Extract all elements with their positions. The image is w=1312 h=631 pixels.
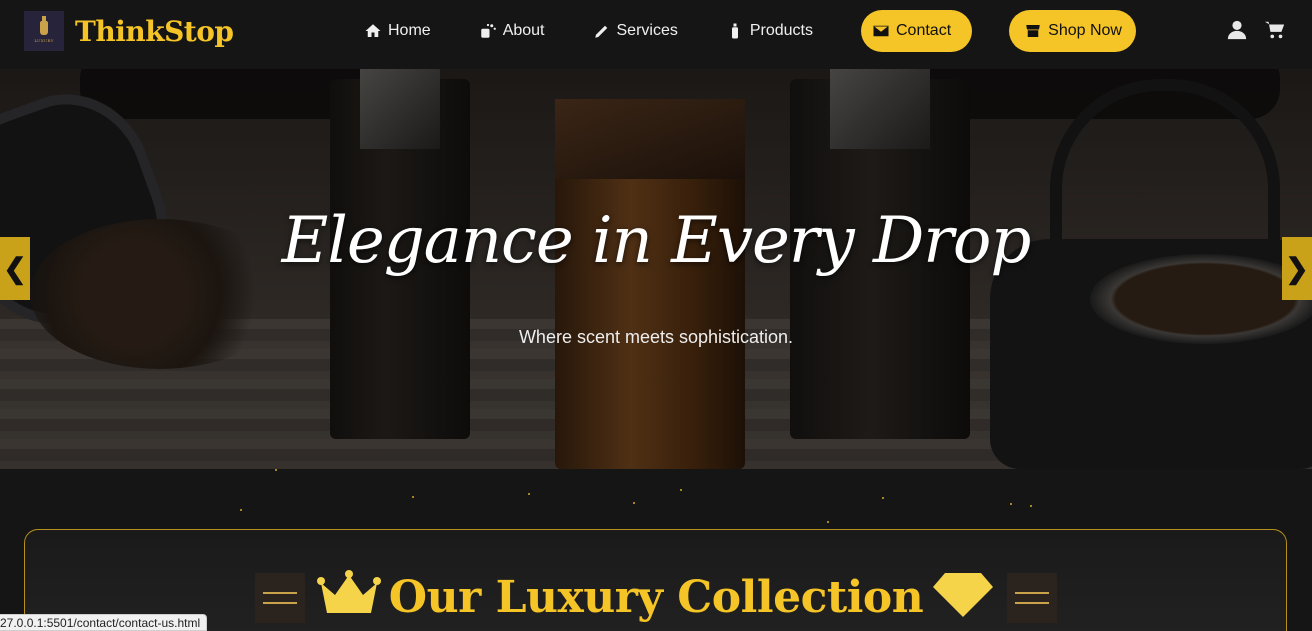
nav-services-link[interactable]: Services (593, 10, 678, 52)
collection-section: Our Luxury Collection (0, 469, 1312, 631)
collection-title: Our Luxury Collection (388, 572, 924, 623)
pen-icon (594, 25, 607, 38)
browser-status-url: 27.0.0.1:5501/contact/contact-us.html (0, 614, 208, 631)
nav-about-link[interactable]: About (479, 10, 545, 52)
nav-products-label: Products (749, 22, 813, 39)
brand-name[interactable]: ThinkStop (75, 15, 234, 48)
ornament-left-icon (254, 572, 305, 623)
nav-home-label: Home (388, 22, 431, 39)
carousel-prev-button[interactable]: ❮ (0, 237, 30, 300)
hero-carousel: Elegance in Every Drop Where scent meets… (0, 69, 1312, 469)
ornament-right-icon (1007, 572, 1058, 623)
store-icon (1026, 25, 1040, 37)
cart-icon[interactable] (1264, 19, 1286, 41)
perfume-logo-icon: LUXURY (24, 11, 64, 51)
contact-button[interactable]: Contact (861, 10, 973, 52)
shop-now-button[interactable]: Shop Now (1009, 10, 1136, 52)
crown-icon (316, 569, 381, 626)
hero-subtitle: Where scent meets sophistication. (518, 327, 794, 347)
nav-icons (1226, 19, 1302, 41)
carousel-next-button[interactable]: ❯ (1282, 237, 1312, 300)
shop-now-label: Shop Now (1048, 22, 1122, 39)
nav-products-link[interactable]: Products (726, 10, 813, 52)
contact-label: Contact (896, 22, 952, 39)
navbar: LUXURY ThinkStop Home About Services Pro… (0, 0, 1312, 69)
about-icon (480, 23, 496, 38)
user-icon[interactable] (1226, 19, 1248, 41)
nav-about-label: About (502, 22, 545, 39)
brand[interactable]: LUXURY ThinkStop (24, 11, 234, 51)
nav-links: Home About Services Products Contact Sho… (364, 10, 1136, 52)
nav-services-label: Services (616, 22, 678, 39)
envelope-icon (873, 25, 889, 37)
home-icon (365, 24, 381, 37)
nav-home-link[interactable]: Home (364, 10, 431, 52)
diamond-icon (931, 569, 995, 626)
bottle-icon (731, 23, 738, 39)
hero-title: Elegance in Every Drop (281, 204, 1032, 278)
